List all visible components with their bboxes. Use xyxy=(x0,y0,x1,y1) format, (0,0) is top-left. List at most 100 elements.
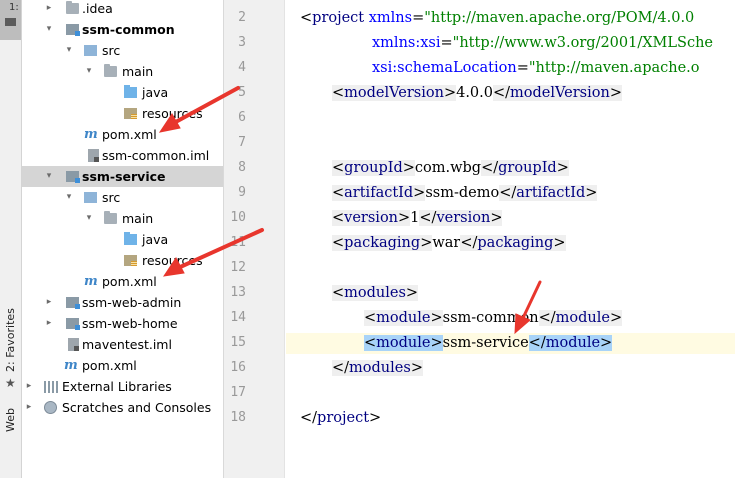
tree-item-resources[interactable]: resources xyxy=(22,250,223,271)
line-number: 10 xyxy=(230,210,246,225)
code-line-9: <artifactId>ssm-demo</artifactId> xyxy=(332,185,598,201)
star-icon: ★ xyxy=(5,376,16,390)
tree-item-ssm-common-iml[interactable]: ssm-common.iml xyxy=(22,145,223,166)
iml-file-icon xyxy=(68,338,79,351)
project-tree: ▸ .idea ▾ ssm-common ▾ src ▾ main java r… xyxy=(22,0,224,478)
tree-item-label: resources xyxy=(142,253,203,268)
editor-gutter[interactable]: 2 3 4 5 6 7 8 9 10 11 12 13 14 15 16 17 … xyxy=(224,0,297,478)
tree-item-label: ssm-web-admin xyxy=(82,295,182,310)
module-folder-icon xyxy=(66,171,80,183)
line-number: 13 xyxy=(230,285,246,300)
line-number: 17 xyxy=(230,385,246,400)
tree-item-external-libraries[interactable]: ▸ External Libraries xyxy=(22,376,223,397)
library-icon xyxy=(44,381,58,393)
tree-item-ssm-common[interactable]: ▾ ssm-common xyxy=(22,19,223,40)
tree-item-label: maventest.iml xyxy=(82,337,172,352)
chevron-down-icon[interactable]: ▾ xyxy=(64,45,74,55)
tree-item-main[interactable]: ▾ main xyxy=(22,208,223,229)
source-folder-icon xyxy=(84,45,97,56)
line-number: 15 xyxy=(230,335,246,350)
code-line-14: <module>ssm-common</module> xyxy=(364,310,623,326)
code-line-5: <modelVersion>4.0.0</modelVersion> xyxy=(332,85,622,101)
resources-folder-icon xyxy=(124,108,137,119)
tree-item-pom-xml[interactable]: m pom.xml xyxy=(22,355,223,376)
line-number: 6 xyxy=(238,110,246,125)
tree-item-ssm-web-home[interactable]: ▸ ssm-web-home xyxy=(22,313,223,334)
line-number: 7 xyxy=(238,135,246,150)
line-number: 11 xyxy=(230,235,246,250)
resources-folder-icon xyxy=(124,255,137,266)
code-line-11: <packaging>war</packaging> xyxy=(332,235,566,251)
line-number: 14 xyxy=(230,310,246,325)
scratches-icon xyxy=(44,401,57,414)
tree-item-label: .idea xyxy=(82,1,113,16)
line-number: 5 xyxy=(238,85,246,100)
tree-item-src[interactable]: ▾ src xyxy=(22,40,223,61)
tree-item-label: Scratches and Consoles xyxy=(62,400,212,415)
project-tool-tab[interactable]: 1: xyxy=(0,0,21,40)
chevron-down-icon[interactable]: ▾ xyxy=(84,213,94,223)
folder-icon xyxy=(104,64,117,77)
code-line-15: <module>ssm-service</module> xyxy=(364,335,613,351)
chevron-down-icon[interactable]: ▾ xyxy=(44,171,54,181)
tree-item-label: pom.xml xyxy=(102,127,157,142)
project-tab-label: 1: xyxy=(9,2,19,13)
tree-item-ssm-web-admin[interactable]: ▸ ssm-web-admin xyxy=(22,292,223,313)
java-source-folder-icon xyxy=(124,232,137,245)
web-tool-tab[interactable]: Web xyxy=(4,408,17,432)
line-number: 18 xyxy=(230,410,246,425)
java-source-folder-icon xyxy=(124,85,137,98)
tree-item-idea[interactable]: ▸ .idea xyxy=(22,0,223,19)
tree-item-label: ssm-service xyxy=(82,169,166,184)
line-number: 4 xyxy=(238,60,246,75)
line-number: 3 xyxy=(238,35,246,50)
chevron-down-icon[interactable]: ▾ xyxy=(44,24,54,34)
code-line-16: </modules> xyxy=(332,360,423,376)
folder-icon xyxy=(66,1,79,14)
code-line-8: <groupId>com.wbg</groupId> xyxy=(332,160,569,176)
chevron-right-icon[interactable]: ▸ xyxy=(24,381,34,391)
code-line-13: <modules> xyxy=(332,285,419,301)
tree-item-label: External Libraries xyxy=(62,379,172,394)
chevron-right-icon[interactable]: ▸ xyxy=(24,402,34,412)
module-folder-icon xyxy=(66,318,80,330)
favorites-tool-tab[interactable]: 2: Favorites xyxy=(4,308,17,372)
tree-item-ssm-service[interactable]: ▾ ssm-service xyxy=(22,166,223,187)
code-line-2: <project xmlns="http://maven.apache.org/… xyxy=(300,10,695,26)
tree-item-label: main xyxy=(122,211,154,226)
line-number: 12 xyxy=(230,260,246,275)
line-number: 2 xyxy=(238,10,246,25)
chevron-right-icon[interactable]: ▸ xyxy=(44,3,54,13)
chevron-right-icon[interactable]: ▸ xyxy=(44,297,54,307)
code-line-4: xsi:schemaLocation="http://maven.apache.… xyxy=(372,60,700,76)
tree-item-main[interactable]: ▾ main xyxy=(22,61,223,82)
tree-item-label: ssm-common xyxy=(82,22,175,37)
tree-item-maventest-iml[interactable]: maventest.iml xyxy=(22,334,223,355)
chevron-right-icon[interactable]: ▸ xyxy=(44,318,54,328)
module-folder-icon xyxy=(66,297,80,309)
tree-item-label: resources xyxy=(142,106,203,121)
module-folder-icon xyxy=(66,24,80,36)
maven-icon: m xyxy=(84,127,98,142)
tree-item-label: pom.xml xyxy=(102,274,157,289)
tree-item-label: src xyxy=(102,190,121,205)
tree-item-java[interactable]: java xyxy=(22,82,223,103)
tree-item-label: java xyxy=(142,85,169,100)
folder-icon xyxy=(5,18,16,26)
tree-item-label: pom.xml xyxy=(82,358,137,373)
code-editor[interactable]: <project xmlns="http://maven.apache.org/… xyxy=(286,0,735,478)
iml-file-icon xyxy=(88,149,99,162)
tree-item-pom-xml[interactable]: m pom.xml xyxy=(22,271,223,292)
tree-item-label: java xyxy=(142,232,169,247)
tree-item-pom-xml[interactable]: m pom.xml xyxy=(22,124,223,145)
tree-item-java[interactable]: java xyxy=(22,229,223,250)
maven-icon: m xyxy=(64,358,78,373)
maven-icon: m xyxy=(84,274,98,289)
chevron-down-icon[interactable]: ▾ xyxy=(64,192,74,202)
code-line-18: </project> xyxy=(300,410,382,426)
code-line-3: xmlns:xsi="http://www.w3.org/2001/XMLSch… xyxy=(372,35,714,51)
tree-item-src[interactable]: ▾ src xyxy=(22,187,223,208)
chevron-down-icon[interactable]: ▾ xyxy=(84,66,94,76)
tree-item-resources[interactable]: resources xyxy=(22,103,223,124)
tree-item-scratches-and-consoles[interactable]: ▸ Scratches and Consoles xyxy=(22,397,223,418)
